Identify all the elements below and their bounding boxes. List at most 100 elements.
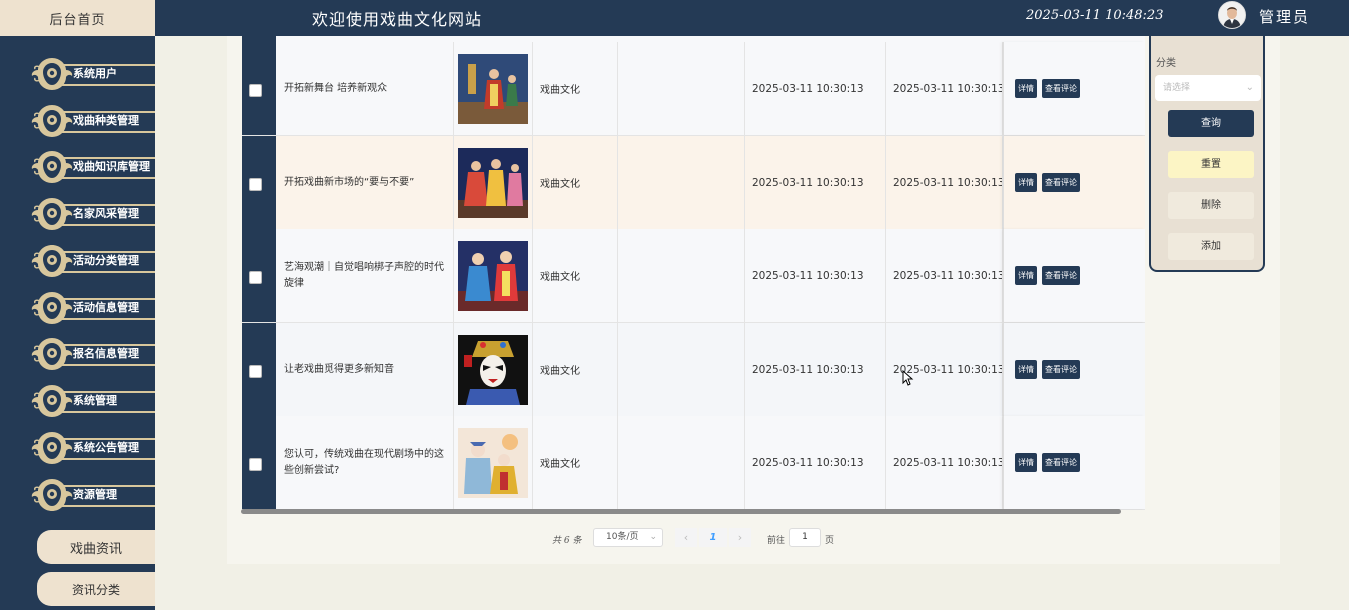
row-checkbox[interactable] <box>249 458 262 471</box>
news-category: 戏曲文化 <box>533 229 618 322</box>
mouse-cursor-icon <box>902 370 914 386</box>
ornament-icon <box>30 56 74 92</box>
goto-page-input[interactable]: 1 <box>789 528 821 547</box>
sidebar-item-masters[interactable]: 名家风采管理 <box>28 195 155 233</box>
sidebar-item-system-users[interactable]: 系统用户 <box>28 55 155 93</box>
news-table: 开拓新舞台 培养新观众 戏曲文化 2025-03-11 10:30:13 202… <box>242 36 1145 510</box>
news-image <box>454 42 533 135</box>
row-checkbox[interactable] <box>249 271 262 284</box>
ornament-icon <box>30 243 74 279</box>
home-button[interactable]: 后台首页 <box>0 0 155 36</box>
filter-panel: 分类 请选择 ⌄ 查询 重置 删除 添加 <box>1149 36 1265 272</box>
ornament-icon <box>30 196 74 232</box>
datetime-display: 2025-03-11 10:48:23 <box>1026 8 1164 23</box>
detail-button[interactable]: 详情 <box>1015 453 1037 472</box>
sidebar-item-label: 资源管理 <box>73 488 117 501</box>
view-comments-button[interactable]: 查看评论 <box>1042 79 1080 98</box>
sidebar-item-label: 报名信息管理 <box>73 347 139 360</box>
category-filter-label: 分类 <box>1156 58 1176 69</box>
news-title: 开拓戏曲新市场的“要与不要” <box>276 136 454 229</box>
sidebar-item-label: 活动信息管理 <box>73 301 139 314</box>
news-category: 戏曲文化 <box>533 323 618 416</box>
empty-cell <box>618 229 745 322</box>
row-actions: 详情 查看评论 <box>1003 42 1145 135</box>
news-category: 戏曲文化 <box>533 136 618 229</box>
updated-time: 2025-03-11 10:30:13 <box>886 136 1003 229</box>
query-button[interactable]: 查询 <box>1168 110 1254 137</box>
sidebar-item-label: 名家风采管理 <box>73 207 139 220</box>
detail-button[interactable]: 详情 <box>1015 79 1037 98</box>
news-title: 让老戏曲觅得更多新知音 <box>276 323 454 416</box>
ornament-icon <box>30 477 74 513</box>
pagination-total: 共 6 条 <box>552 536 582 546</box>
row-checkbox[interactable] <box>249 178 262 191</box>
view-comments-button[interactable]: 查看评论 <box>1042 453 1080 472</box>
sidebar-item-opera-types[interactable]: 戏曲种类管理 <box>28 102 155 140</box>
checkbox-cell <box>242 229 276 322</box>
chevron-down-icon: ⌄ <box>649 532 657 542</box>
ornament-icon <box>30 290 74 326</box>
top-header: 后台首页 欢迎使用戏曲文化网站 2025-03-11 10:48:23 管理员 <box>0 0 1349 36</box>
news-title: 您认可，传统戏曲在现代剧场中的这些创新尝试? <box>276 416 454 509</box>
news-image <box>454 229 533 322</box>
avatar[interactable] <box>1218 1 1246 29</box>
empty-cell <box>618 416 745 509</box>
reset-button[interactable]: 重置 <box>1168 151 1254 178</box>
sidebar-item-label: 系统用户 <box>73 67 117 80</box>
admin-name[interactable]: 管理员 <box>1259 6 1310 27</box>
user-avatar-icon <box>1219 2 1245 28</box>
category-select-placeholder: 请选择 <box>1163 83 1191 93</box>
table-row: 艺海观潮｜自觉唱响梆子声腔的时代旋律 戏曲文化 2025-03-11 10:30… <box>242 229 1145 323</box>
view-comments-button[interactable]: 查看评论 <box>1042 173 1080 192</box>
view-comments-button[interactable]: 查看评论 <box>1042 360 1080 379</box>
sidebar-item-registrations[interactable]: 报名信息管理 <box>28 335 155 373</box>
detail-button[interactable]: 详情 <box>1015 266 1037 285</box>
created-time: 2025-03-11 10:30:13 <box>745 416 886 509</box>
empty-cell <box>618 323 745 416</box>
checkbox-cell <box>242 323 276 416</box>
prev-page-button[interactable]: ‹ <box>675 528 697 547</box>
news-category: 戏曲文化 <box>533 42 618 135</box>
next-page-button[interactable]: › <box>729 528 751 547</box>
sidebar-item-announcements[interactable]: 系统公告管理 <box>28 429 155 467</box>
horizontal-scrollbar[interactable] <box>241 509 1121 514</box>
sidebar-item-label: 系统公告管理 <box>73 441 139 454</box>
empty-cell <box>618 42 745 135</box>
row-actions: 详情 查看评论 <box>1003 416 1145 509</box>
current-page[interactable]: 1 <box>699 528 727 547</box>
news-image <box>454 416 533 509</box>
view-comments-button[interactable]: 查看评论 <box>1042 266 1080 285</box>
created-time: 2025-03-11 10:30:13 <box>745 323 886 416</box>
table-row: 您认可，传统戏曲在现代剧场中的这些创新尝试? 戏曲文化 2025-03-11 1… <box>242 416 1145 510</box>
sidebar-item-system-management[interactable]: 系统管理 <box>28 382 155 420</box>
category-select[interactable]: 请选择 ⌄ <box>1155 75 1261 101</box>
updated-time: 2025-03-11 10:30:13 <box>886 229 1003 322</box>
opera-stage-1-image <box>458 53 528 124</box>
created-time: 2025-03-11 10:30:13 <box>745 229 886 322</box>
delete-button[interactable]: 删除 <box>1168 192 1254 219</box>
ornament-icon <box>30 103 74 139</box>
detail-button[interactable]: 详情 <box>1015 360 1037 379</box>
row-checkbox[interactable] <box>249 84 262 97</box>
table-row: 开拓新舞台 培养新观众 戏曲文化 2025-03-11 10:30:13 202… <box>242 42 1145 136</box>
row-actions: 详情 查看评论 <box>1003 323 1145 416</box>
created-time: 2025-03-11 10:30:13 <box>745 42 886 135</box>
sidebar-item-activity-categories[interactable]: 活动分类管理 <box>28 242 155 280</box>
updated-time: 2025-03-11 10:30:13 <box>886 42 1003 135</box>
sidebar-item-knowledge-base[interactable]: 戏曲知识库管理 <box>28 148 155 186</box>
page-size-select[interactable]: 10条/页 ⌄ <box>593 528 663 547</box>
add-button[interactable]: 添加 <box>1168 233 1254 260</box>
table-row: 开拓戏曲新市场的“要与不要” 戏曲文化 2025-03-11 10:30:13 … <box>242 136 1145 230</box>
goto-label: 前往 <box>767 536 786 546</box>
sidebar-subitem-opera-news[interactable]: 戏曲资讯 <box>37 530 155 564</box>
checkbox-cell <box>242 416 276 509</box>
detail-button[interactable]: 详情 <box>1015 173 1037 192</box>
row-checkbox[interactable] <box>249 365 262 378</box>
news-image <box>454 136 533 229</box>
chevron-down-icon: ⌄ <box>1245 82 1254 93</box>
sidebar: 系统用户 戏曲种类管理 戏曲知识库管理 名家风采管理 活动分类管理 活动信息管理… <box>0 36 155 610</box>
opera-face-mask-image <box>458 334 528 405</box>
sidebar-item-activity-info[interactable]: 活动信息管理 <box>28 289 155 327</box>
sidebar-item-resources[interactable]: 资源管理 <box>28 476 155 514</box>
sidebar-subitem-news-categories[interactable]: 资讯分类 <box>37 572 155 606</box>
